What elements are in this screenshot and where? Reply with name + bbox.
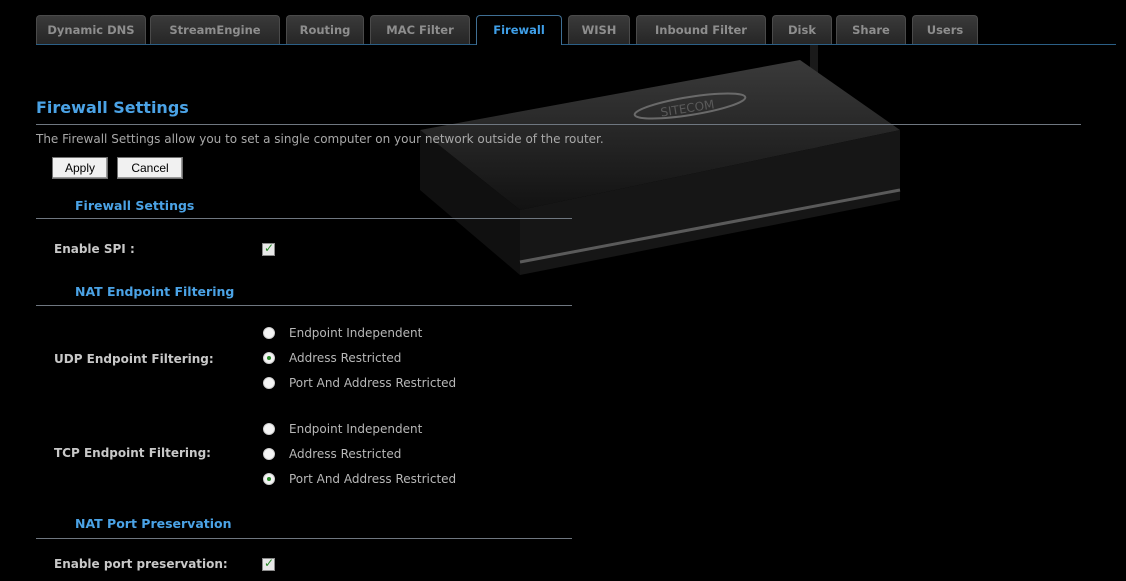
radio-selected-icon[interactable] (263, 473, 275, 485)
port-preservation-label: Enable port preservation: (54, 557, 228, 571)
tab-inbound-filter[interactable]: Inbound Filter (636, 15, 766, 44)
udp-filtering-label: UDP Endpoint Filtering: (54, 352, 214, 366)
tab-wish[interactable]: WISH (568, 15, 630, 44)
port-preservation-heading: NAT Port Preservation (75, 516, 232, 531)
firewall-section-heading: Firewall Settings (75, 198, 195, 213)
tab-routing[interactable]: Routing (286, 15, 364, 44)
radio-label: Address Restricted (289, 351, 402, 365)
section-divider (36, 538, 572, 539)
radio-unselected-icon[interactable] (263, 327, 275, 339)
radio-unselected-icon[interactable] (263, 448, 275, 460)
cancel-button[interactable]: Cancel (117, 157, 183, 179)
tab-firewall[interactable]: Firewall (476, 15, 562, 45)
radio-unselected-icon[interactable] (263, 423, 275, 435)
tcp-filtering-label: TCP Endpoint Filtering: (54, 446, 211, 460)
radio-selected-icon[interactable] (263, 352, 275, 364)
nat-section-heading: NAT Endpoint Filtering (75, 284, 235, 299)
radio-label: Port And Address Restricted (289, 472, 457, 486)
title-divider (36, 124, 1081, 125)
tab-users[interactable]: Users (912, 15, 978, 44)
tab-disk[interactable]: Disk (772, 15, 832, 44)
tab-streamengine[interactable]: StreamEngine (150, 15, 280, 44)
section-divider (36, 305, 572, 306)
enable-spi-label: Enable SPI : (54, 242, 135, 256)
radio-label: Address Restricted (289, 447, 402, 461)
radio-label: Endpoint Independent (289, 422, 423, 436)
router-background-image: SITECOM (420, 40, 901, 275)
tab-mac-filter[interactable]: MAC Filter (370, 15, 470, 44)
tab-dynamic-dns[interactable]: Dynamic DNS (36, 15, 146, 44)
radio-label: Port And Address Restricted (289, 376, 457, 390)
port-preservation-checkbox[interactable]: ✓ (262, 556, 275, 571)
radio-label: Endpoint Independent (289, 326, 423, 340)
router-logo: SITECOM (660, 97, 716, 119)
checkmark-icon: ✓ (264, 556, 275, 570)
tab-bar: Dynamic DNS StreamEngine Routing MAC Fil… (36, 15, 1116, 45)
section-divider (36, 218, 572, 219)
page-title: Firewall Settings (36, 98, 189, 117)
radio-unselected-icon[interactable] (263, 377, 275, 389)
enable-spi-checkbox[interactable]: ✓ (262, 241, 275, 256)
apply-button[interactable]: Apply (52, 157, 108, 179)
checkmark-icon: ✓ (264, 241, 275, 255)
page-description: The Firewall Settings allow you to set a… (36, 132, 604, 146)
tab-share[interactable]: Share (836, 15, 906, 44)
